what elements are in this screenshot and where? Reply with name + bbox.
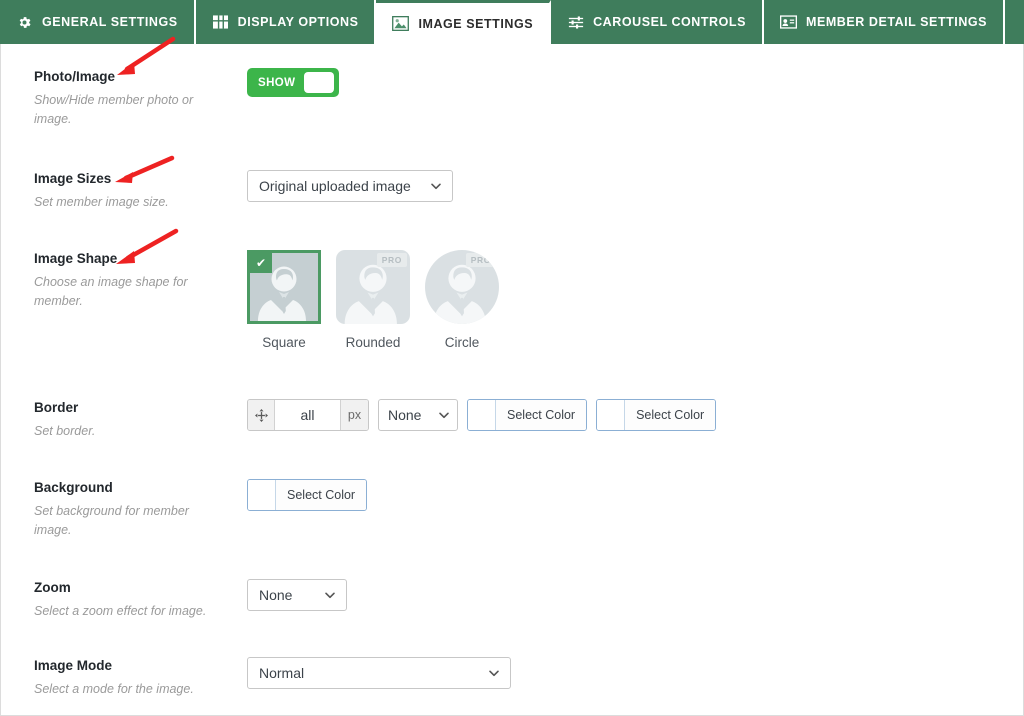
id-card-icon	[779, 14, 797, 31]
tab-typography[interactable]: A TYPOGRAPHY	[1005, 0, 1024, 44]
chevron-down-icon	[431, 183, 441, 190]
border-color-1-button[interactable]: Select Color	[467, 399, 588, 431]
check-icon: ✔	[250, 253, 272, 273]
color-swatch	[248, 480, 276, 510]
border-controls: all px None Select Color Select Color	[247, 399, 1023, 431]
shape-label: Circle	[444, 335, 480, 350]
field-row-image-mode: Image Mode Select a mode for the image. …	[1, 657, 1023, 699]
toggle-knob	[304, 72, 335, 93]
field-control-block: Normal	[219, 657, 1023, 699]
field-description: Choose an image shape for member.	[34, 275, 188, 308]
field-title: Image Shape	[34, 251, 118, 266]
field-label-block: Image Mode Select a mode for the image.	[1, 657, 219, 699]
field-control-block: None	[219, 579, 1023, 621]
photo-image-toggle[interactable]: SHOW	[247, 68, 340, 97]
background-color-button[interactable]: Select Color	[247, 479, 368, 511]
field-row-background: Background Set background for member ima…	[1, 479, 1023, 540]
tab-label: GENERAL SETTINGS	[42, 15, 178, 29]
field-control-block: Select Color	[219, 479, 1023, 540]
field-description: Show/Hide member photo or image.	[34, 93, 194, 126]
border-width-input[interactable]: all	[275, 400, 340, 430]
shape-thumbnail: ✔	[247, 250, 321, 324]
tab-general-settings[interactable]: GENERAL SETTINGS	[0, 0, 196, 44]
field-title: Border	[34, 400, 79, 415]
tab-carousel-controls[interactable]: CAROUSEL CONTROLS	[551, 0, 764, 44]
chevron-down-icon	[325, 592, 335, 599]
shape-option-rounded[interactable]: PRO Rounded	[336, 250, 410, 350]
field-title: Photo/Image	[34, 69, 116, 84]
field-label-block: Image Sizes Set member image size.	[1, 170, 219, 212]
color-button-label: Select Color	[625, 400, 716, 430]
shape-thumbnail: PRO	[425, 250, 499, 324]
settings-tab-bar: GENERAL SETTINGS DISPLAY OPTIONS IMAGE S…	[0, 0, 1024, 44]
field-row-image-shape: Image Shape Choose an image shape for me…	[1, 250, 1023, 350]
field-control-block: all px None Select Color Select Color	[219, 399, 1023, 441]
tab-image-settings[interactable]: IMAGE SETTINGS	[376, 0, 552, 44]
picture-icon	[392, 15, 410, 32]
border-color-2-button[interactable]: Select Color	[596, 399, 717, 431]
field-row-border: Border Set border. all px None Select Co…	[1, 399, 1023, 441]
gear-icon	[16, 14, 33, 31]
field-description: Set member image size.	[34, 195, 169, 209]
select-value: Original uploaded image	[259, 178, 411, 194]
tab-label: CAROUSEL CONTROLS	[593, 15, 746, 29]
settings-body: Photo/Image Show/Hide member photo or im…	[0, 44, 1024, 716]
shape-thumbnail: PRO	[336, 250, 410, 324]
grid-icon	[212, 14, 229, 31]
border-style-select[interactable]: None	[378, 399, 458, 431]
zoom-effect-select[interactable]: None	[247, 579, 347, 611]
field-label-block: Image Shape Choose an image shape for me…	[1, 250, 219, 350]
field-title: Zoom	[34, 580, 71, 595]
field-label-block: Background Set background for member ima…	[1, 479, 219, 540]
image-settings-panel: GENERAL SETTINGS DISPLAY OPTIONS IMAGE S…	[0, 0, 1024, 716]
toggle-label: SHOW	[258, 76, 296, 89]
color-swatch	[597, 400, 626, 430]
field-control-block: Original uploaded image	[219, 170, 1023, 212]
field-label-block: Photo/Image Show/Hide member photo or im…	[1, 68, 219, 129]
border-width-group: all px	[247, 399, 369, 431]
color-button-label: Select Color	[496, 400, 587, 430]
shape-label: Rounded	[345, 335, 401, 350]
field-description: Set border.	[34, 424, 96, 438]
pro-badge: PRO	[376, 253, 407, 267]
move-arrows-icon[interactable]	[248, 400, 275, 430]
field-row-image-sizes: Image Sizes Set member image size. Origi…	[1, 170, 1023, 212]
field-control-block: ✔ Square PRO Rounded PRO Circle	[219, 250, 1023, 350]
field-description: Select a mode for the image.	[34, 682, 194, 696]
field-row-photo-image: Photo/Image Show/Hide member photo or im…	[1, 68, 1023, 129]
sliders-icon	[567, 14, 584, 31]
border-unit-selector[interactable]: px	[340, 400, 368, 430]
image-shape-options: ✔ Square PRO Rounded PRO Circle	[247, 250, 1023, 350]
tab-display-options[interactable]: DISPLAY OPTIONS	[195, 0, 377, 44]
shape-option-square[interactable]: ✔ Square	[247, 250, 321, 350]
select-value: None	[388, 407, 422, 423]
select-value: Normal	[259, 665, 305, 681]
color-swatch	[468, 400, 496, 430]
image-sizes-select[interactable]: Original uploaded image	[247, 170, 453, 202]
chevron-down-icon	[439, 412, 449, 419]
field-title: Background	[34, 480, 113, 495]
field-control-block: SHOW	[219, 68, 1023, 129]
shape-option-circle[interactable]: PRO Circle	[425, 250, 499, 350]
chevron-down-icon	[489, 670, 499, 677]
field-description: Set background for member image.	[34, 504, 189, 537]
field-description: Select a zoom effect for image.	[34, 604, 207, 618]
color-button-label: Select Color	[276, 480, 367, 510]
image-mode-select[interactable]: Normal	[247, 657, 511, 689]
tab-label: DISPLAY OPTIONS	[237, 15, 359, 29]
tab-member-detail-settings[interactable]: MEMBER DETAIL SETTINGS	[763, 0, 1006, 44]
shape-label: Square	[262, 335, 306, 350]
tab-label: IMAGE SETTINGS	[418, 16, 534, 31]
tab-label: MEMBER DETAIL SETTINGS	[805, 15, 988, 29]
pro-badge: PRO	[465, 253, 496, 267]
select-value: None	[259, 587, 293, 603]
field-label-block: Zoom Select a zoom effect for image.	[1, 579, 219, 621]
field-label-block: Border Set border.	[1, 399, 219, 441]
field-row-zoom: Zoom Select a zoom effect for image. Non…	[1, 579, 1023, 621]
field-title: Image Mode	[34, 658, 113, 673]
field-title: Image Sizes	[34, 171, 112, 186]
